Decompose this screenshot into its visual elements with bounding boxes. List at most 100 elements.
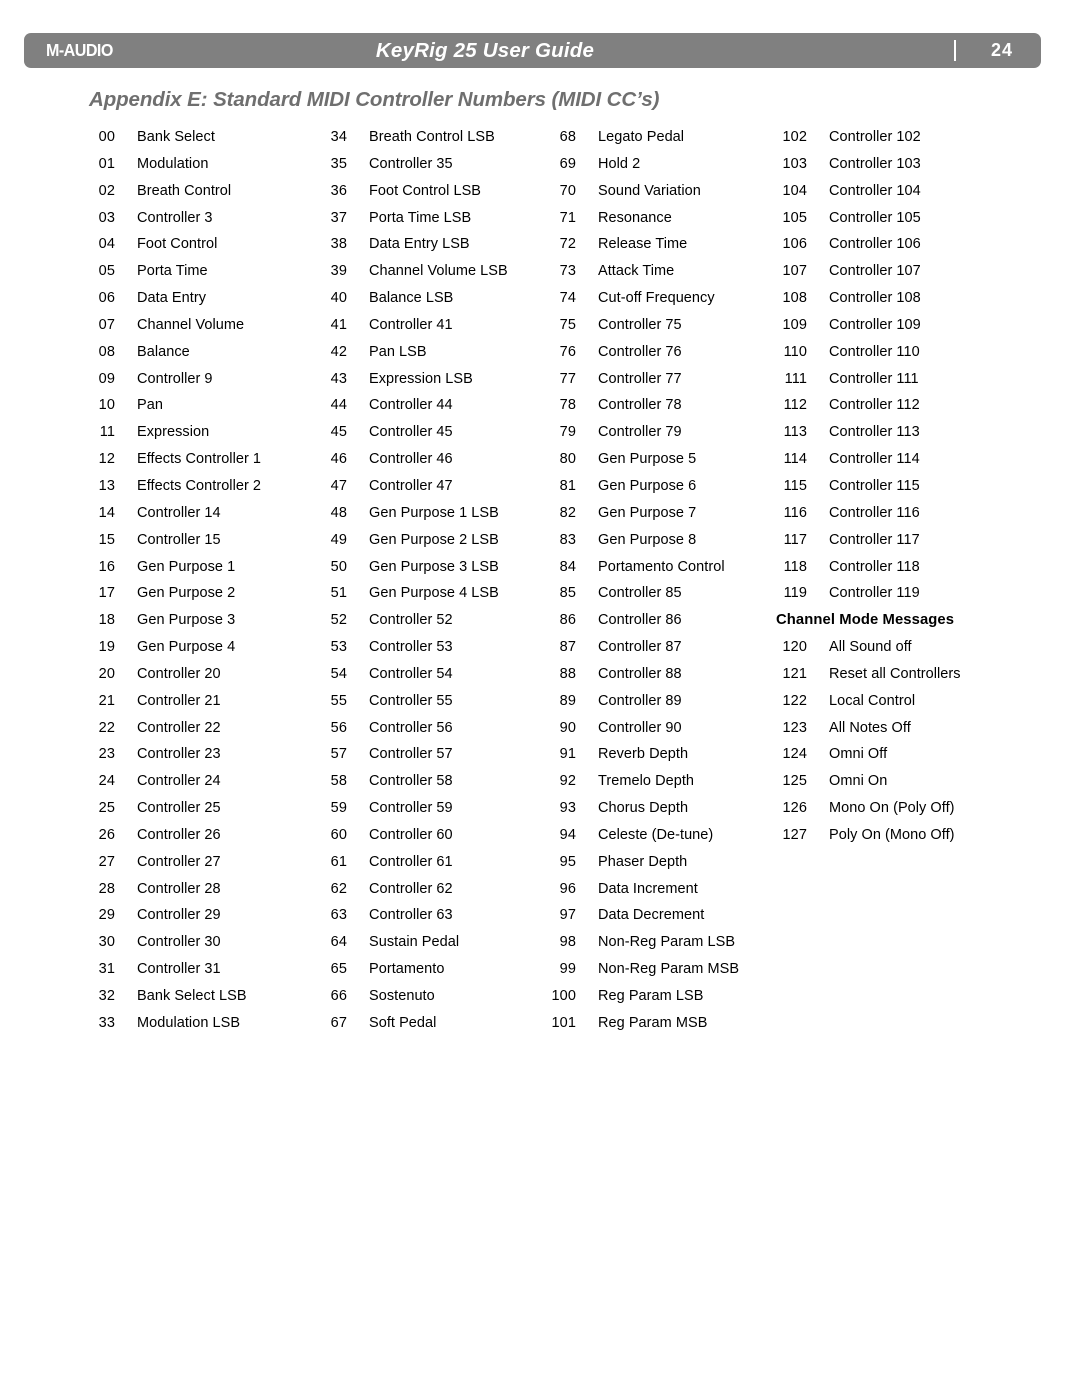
- cc-label: Controller 107: [829, 263, 921, 280]
- cc-row: 119 Controller 119: [776, 580, 1026, 607]
- cc-number: 62: [330, 880, 347, 897]
- cc-number: 27: [98, 853, 115, 870]
- cc-label: Controller 89: [598, 692, 682, 709]
- cc-row: 13 Effects Controller 2: [84, 473, 314, 500]
- cc-number: 59: [330, 800, 347, 817]
- cc-label: Reset all Controllers: [829, 665, 961, 682]
- cc-label: Controller 47: [369, 477, 453, 494]
- cc-label: Data Decrement: [598, 907, 705, 924]
- cc-row: 111 Controller 111: [776, 366, 1026, 393]
- cc-label: Controller 116: [829, 504, 920, 521]
- cc-label: Gen Purpose 3 LSB: [369, 558, 499, 575]
- cc-row: 21 Controller 21: [84, 688, 314, 715]
- cc-number: 35: [330, 155, 347, 172]
- cc-label: Sound Variation: [598, 182, 701, 199]
- cc-number: 02: [98, 182, 115, 199]
- cc-label: Gen Purpose 7: [598, 504, 697, 521]
- cc-number: 54: [330, 665, 347, 682]
- cc-label: Sostenuto: [369, 988, 435, 1004]
- cc-label: Bank Select: [137, 129, 215, 145]
- cc-label: Effects Controller 2: [137, 477, 262, 494]
- cc-row: 95 Phaser Depth: [545, 849, 775, 876]
- cc-row: 62 Controller 62: [316, 876, 546, 903]
- cc-label: Controller 21: [137, 692, 221, 709]
- cc-label: Controller 79: [598, 424, 682, 441]
- cc-row: 70 Sound Variation: [545, 178, 775, 205]
- cc-number: 28: [98, 880, 115, 897]
- cc-label: Controller 106: [829, 236, 921, 253]
- cc-label: Controller 22: [137, 719, 221, 736]
- cc-label: Cut-off Frequency: [598, 290, 715, 307]
- cc-row: 103 Controller 103: [776, 151, 1026, 178]
- cc-row: 69 Hold 2: [545, 151, 775, 178]
- cc-label: Controller 63: [369, 907, 453, 924]
- cc-label: Controller 88: [598, 665, 682, 682]
- cc-label: All Sound off: [829, 639, 912, 656]
- cc-label: Attack Time: [598, 263, 675, 280]
- cc-row: 112 Controller 112: [776, 392, 1026, 419]
- cc-row: 67 Soft Pedal: [316, 1010, 546, 1037]
- cc-label: Controller 57: [369, 746, 453, 763]
- cc-row: 74 Cut-off Frequency: [545, 285, 775, 312]
- cc-number: 52: [330, 612, 347, 629]
- cc-label: Controller 30: [137, 934, 221, 951]
- cc-number: 125: [782, 773, 807, 790]
- cc-label: Breath Control: [137, 182, 232, 199]
- cc-label: Balance LSB: [369, 290, 454, 307]
- page-number: 24: [990, 40, 1013, 60]
- cc-number: 69: [559, 155, 576, 172]
- cc-number: 83: [559, 531, 576, 548]
- cc-number: 87: [559, 639, 576, 656]
- cc-number: 47: [330, 477, 347, 494]
- cc-label: Controller 27: [137, 853, 221, 870]
- cc-label: Chorus Depth: [598, 800, 689, 817]
- cc-row: 89 Controller 89: [545, 688, 775, 715]
- cc-number: 93: [559, 800, 576, 817]
- cc-label: Channel Volume LSB: [369, 263, 508, 280]
- cc-label: Controller 77: [598, 370, 682, 387]
- cc-number: 104: [782, 182, 807, 199]
- cc-row: 59 Controller 59: [316, 795, 546, 822]
- cc-number: 37: [330, 209, 347, 226]
- cc-label: Controller 87: [598, 639, 682, 656]
- cc-number: 40: [330, 290, 347, 307]
- cc-number: 94: [559, 826, 576, 843]
- cc-row: 44 Controller 44: [316, 392, 546, 419]
- cc-row: 115 Controller 115: [776, 473, 1026, 500]
- cc-label: Controller 9: [137, 370, 213, 387]
- cc-number: 48: [330, 504, 347, 521]
- cc-label: Controller 54: [369, 665, 453, 682]
- cc-row: 127 Poly On (Mono Off): [776, 822, 1026, 849]
- cc-row: 121 Reset all Controllers: [776, 661, 1026, 688]
- cc-number: 19: [98, 639, 115, 656]
- cc-label: Gen Purpose 5: [598, 451, 697, 468]
- cc-number: 71: [559, 209, 576, 226]
- cc-number: 65: [330, 961, 347, 978]
- cc-row: 51 Gen Purpose 4 LSB: [316, 580, 546, 607]
- cc-row: 60 Controller 60: [316, 822, 546, 849]
- cc-row: 52 Controller 52: [316, 607, 546, 634]
- cc-number: 110: [783, 343, 807, 360]
- cc-row: 19 Gen Purpose 4: [84, 634, 314, 661]
- cc-row: 93 Chorus Depth: [545, 795, 775, 822]
- cc-label: Controller 29: [137, 907, 221, 924]
- cc-row: 30 Controller 30: [84, 929, 314, 956]
- cc-number: 106: [782, 236, 807, 253]
- cc-label: Controller 60: [369, 826, 453, 843]
- cc-label: Controller 114: [829, 451, 920, 468]
- cc-number: 03: [98, 209, 115, 226]
- cc-number: 12: [98, 451, 115, 468]
- cc-number: 68: [559, 129, 576, 145]
- cc-number: 103: [782, 155, 807, 172]
- cc-label: Modulation: [137, 155, 209, 172]
- cc-label: Mono On (Poly Off): [829, 800, 955, 817]
- cc-row: 73 Attack Time: [545, 258, 775, 285]
- cc-label: Controller 15: [137, 531, 221, 548]
- cc-number: 77: [559, 370, 576, 387]
- cc-label: Controller 55: [369, 692, 453, 709]
- cc-number: 05: [98, 263, 115, 280]
- cc-label: Celeste (De-tune): [598, 826, 714, 843]
- cc-number: 89: [559, 692, 576, 709]
- cc-number: 43: [330, 370, 347, 387]
- cc-number: 67: [330, 1014, 347, 1031]
